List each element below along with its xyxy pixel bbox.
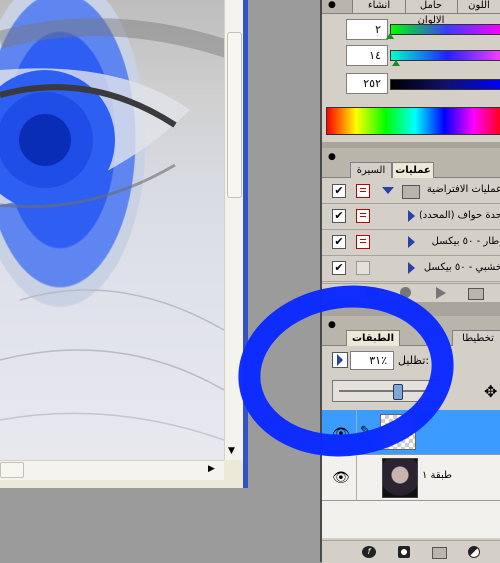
play-arrow-icon[interactable]	[408, 262, 415, 274]
color-spectrum-ramp[interactable]	[326, 107, 500, 135]
play-arrow-icon[interactable]	[408, 210, 415, 222]
folder-icon[interactable]	[432, 547, 447, 559]
list-item[interactable]: ✔ حدة حواف (المحدد)	[322, 204, 500, 230]
color-slider-2[interactable]	[390, 50, 500, 61]
check-icon[interactable]: ✔	[332, 209, 346, 223]
action-label: خشبي - ٥٠ بيكسل	[423, 262, 500, 273]
dialog-toggle-icon[interactable]	[356, 209, 370, 223]
slider-2-handle[interactable]	[392, 60, 400, 66]
slider-1-handle[interactable]	[386, 33, 394, 39]
play-arrow-icon[interactable]	[408, 236, 415, 248]
panel-menu-icon[interactable]: ●	[328, 0, 336, 10]
move-icon[interactable]: ✥	[484, 382, 497, 401]
expand-arrow-icon[interactable]	[382, 187, 394, 194]
fx-icon[interactable]: f	[362, 546, 376, 558]
tab-swatches[interactable]: حامل الالوان	[404, 0, 458, 26]
image-canvas[interactable]	[0, 0, 224, 460]
layer-name: طبقة ١	[422, 470, 452, 481]
color-value-3[interactable]: ٢٥٢	[346, 73, 388, 94]
color-slider-1[interactable]	[390, 24, 500, 35]
horizontal-scroll-thumb[interactable]	[0, 462, 24, 478]
color-value-2[interactable]: ١٤	[346, 45, 388, 66]
divider	[356, 456, 357, 500]
scroll-right-arrow-icon[interactable]: ▶	[208, 464, 215, 474]
check-icon[interactable]: ✔	[332, 261, 346, 275]
action-label: إطار - ٥٠ بيكسل	[431, 236, 500, 247]
tab-paths[interactable]: تخطيطا	[452, 330, 500, 347]
check-icon[interactable]: ✔	[332, 235, 346, 249]
panels-column: ● اللون حامل الالوان انشاء ٢ ١٤ ٢٥٢ ● عم…	[320, 0, 500, 563]
document-window: ▼ ▶	[0, 0, 248, 488]
mask-dot	[401, 549, 407, 555]
color-slider-3[interactable]	[390, 79, 500, 90]
tab-actions[interactable]: عمليات	[392, 162, 434, 179]
eye-photo	[0, 18, 224, 441]
tab-styles[interactable]: انشاء	[352, 0, 406, 13]
eye-icon[interactable]: 👁	[332, 470, 350, 486]
horizontal-scrollbar[interactable]	[0, 460, 224, 480]
resize-grip[interactable]	[224, 460, 243, 479]
action-label: حدة حواف (المحدد)	[420, 210, 500, 221]
new-set-folder-icon[interactable]	[468, 288, 484, 300]
layers-toolbar: f	[322, 540, 500, 563]
check-icon[interactable]: ✔	[332, 184, 346, 198]
layer-row[interactable]: 👁 طبقة ١	[322, 456, 500, 501]
mask-icon[interactable]	[398, 546, 410, 558]
window-frame	[243, 0, 248, 488]
dialog-toggle-icon[interactable]	[356, 261, 370, 275]
tab-history[interactable]: السيرة	[350, 162, 392, 179]
adjustment-icon[interactable]	[468, 546, 480, 558]
dialog-toggle-icon[interactable]	[356, 184, 370, 198]
dialog-toggle-icon[interactable]	[356, 235, 370, 249]
list-item[interactable]: ✔ خشبي - ٥٠ بيكسل	[322, 256, 500, 282]
scroll-down-arrow-icon[interactable]: ▼	[228, 446, 235, 456]
list-item[interactable]: ✔ إطار - ٥٠ بيكسل	[322, 230, 500, 256]
actions-list: ✔ عمليات الافتراضية ✔ حدة حواف (المحدد) …	[322, 178, 500, 282]
actions-panel-menu-icon[interactable]: ●	[328, 152, 336, 162]
folder-icon	[402, 185, 420, 199]
layer-thumbnail-face[interactable]	[382, 458, 418, 498]
play-icon[interactable]	[436, 287, 446, 299]
list-item[interactable]: ✔ عمليات الافتراضية	[322, 178, 500, 204]
color-value-1[interactable]: ٢	[346, 19, 388, 40]
vertical-scroll-thumb[interactable]	[227, 32, 242, 198]
tab-color[interactable]: اللون	[456, 0, 500, 13]
action-set-label: عمليات الافتراضية	[426, 184, 500, 195]
